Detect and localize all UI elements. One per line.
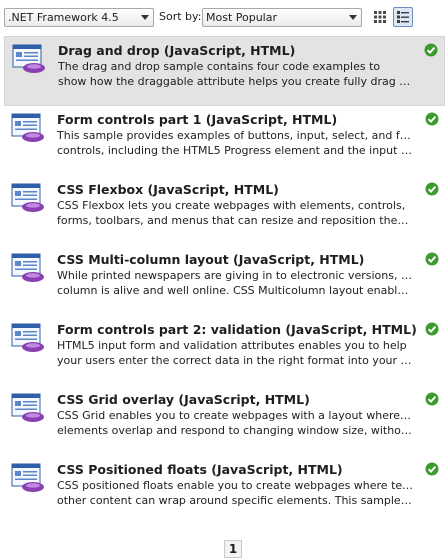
grid-view-icon — [374, 11, 386, 23]
installed-check-icon — [424, 43, 438, 57]
sort-select-value: Most Popular — [206, 11, 278, 24]
sample-description: CSS positioned floats enable you to crea… — [57, 479, 414, 492]
sample-title: Form controls part 2: validation (JavaSc… — [57, 322, 417, 337]
toolbar: .NET Framework 4.5 Sort by: Most Popular — [0, 0, 445, 36]
sample-thumbnail-icon — [11, 253, 45, 283]
sample-thumbnail-icon — [11, 393, 45, 423]
installed-check-icon — [425, 322, 439, 336]
sample-description: show how the draggable attribute helps y… — [58, 75, 415, 88]
page-1-button[interactable]: 1 — [224, 540, 242, 558]
sample-title: CSS Flexbox (JavaScript, HTML) — [57, 182, 279, 197]
list-view-button[interactable] — [393, 7, 413, 27]
chevron-down-icon — [141, 15, 149, 20]
sample-thumbnail-icon — [11, 463, 45, 493]
sample-list-item[interactable]: Form controls part 1 (JavaScript, HTML) T… — [4, 106, 445, 176]
sample-description: other content can wrap around specific e… — [57, 494, 414, 507]
sample-title: CSS Multi-column layout (JavaScript, HTM… — [57, 252, 365, 267]
sample-description: While printed newspapers are giving in t… — [57, 269, 414, 282]
installed-check-icon — [425, 392, 439, 406]
installed-check-icon — [425, 252, 439, 266]
sort-by-label: Sort by: — [159, 10, 202, 23]
sort-select[interactable]: Most Popular — [202, 8, 362, 27]
sample-thumbnail-icon — [11, 183, 45, 213]
sample-description: CSS Flexbox lets you create webpages wit… — [57, 199, 406, 212]
sample-title: CSS Grid overlay (JavaScript, HTML) — [57, 392, 310, 407]
installed-check-icon — [425, 112, 439, 126]
sample-title: Drag and drop (JavaScript, HTML) — [58, 43, 296, 58]
framework-select-value: .NET Framework 4.5 — [8, 11, 119, 24]
sample-list-item[interactable]: CSS Grid overlay (JavaScript, HTML) CSS G… — [4, 386, 445, 456]
installed-check-icon — [425, 462, 439, 476]
sample-thumbnail-icon — [12, 44, 46, 74]
sample-list-item[interactable]: CSS Flexbox (JavaScript, HTML) CSS Flexbo… — [4, 176, 445, 246]
sample-thumbnail-icon — [11, 113, 45, 143]
framework-select[interactable]: .NET Framework 4.5 — [4, 8, 154, 27]
sample-description: controls, including the HTML5 Progress e… — [57, 144, 414, 157]
sample-description: This sample provides examples of buttons… — [57, 129, 414, 142]
sample-list-item[interactable]: CSS Positioned floats (JavaScript, HTML)… — [4, 456, 445, 526]
sample-thumbnail-icon — [11, 323, 45, 353]
sample-description: The drag and drop sample contains four c… — [58, 60, 381, 73]
sample-description: HTML5 input form and validation attribut… — [57, 339, 407, 352]
sample-list-item[interactable]: Drag and drop (JavaScript, HTML) The drag… — [4, 36, 445, 106]
chevron-down-icon — [349, 15, 357, 20]
sample-description: CSS Grid enables you to create webpages … — [57, 409, 414, 422]
list-view-icon — [397, 11, 409, 23]
installed-check-icon — [425, 182, 439, 196]
sample-description: elements overlap and respond to changing… — [57, 424, 414, 437]
sample-title: CSS Positioned floats (JavaScript, HTML) — [57, 462, 343, 477]
sample-list: Drag and drop (JavaScript, HTML) The drag… — [4, 36, 445, 526]
grid-view-button[interactable] — [370, 7, 390, 27]
sample-description: forms, toolbars, and menus that can resi… — [57, 214, 414, 227]
sample-list-item[interactable]: CSS Multi-column layout (JavaScript, HTM… — [4, 246, 445, 316]
sample-description: column is alive and well online. CSS Mul… — [57, 284, 414, 297]
sample-list-item[interactable]: Form controls part 2: validation (JavaSc… — [4, 316, 445, 386]
sample-description: your users enter the correct data in the… — [57, 354, 414, 367]
sample-title: Form controls part 1 (JavaScript, HTML) — [57, 112, 338, 127]
